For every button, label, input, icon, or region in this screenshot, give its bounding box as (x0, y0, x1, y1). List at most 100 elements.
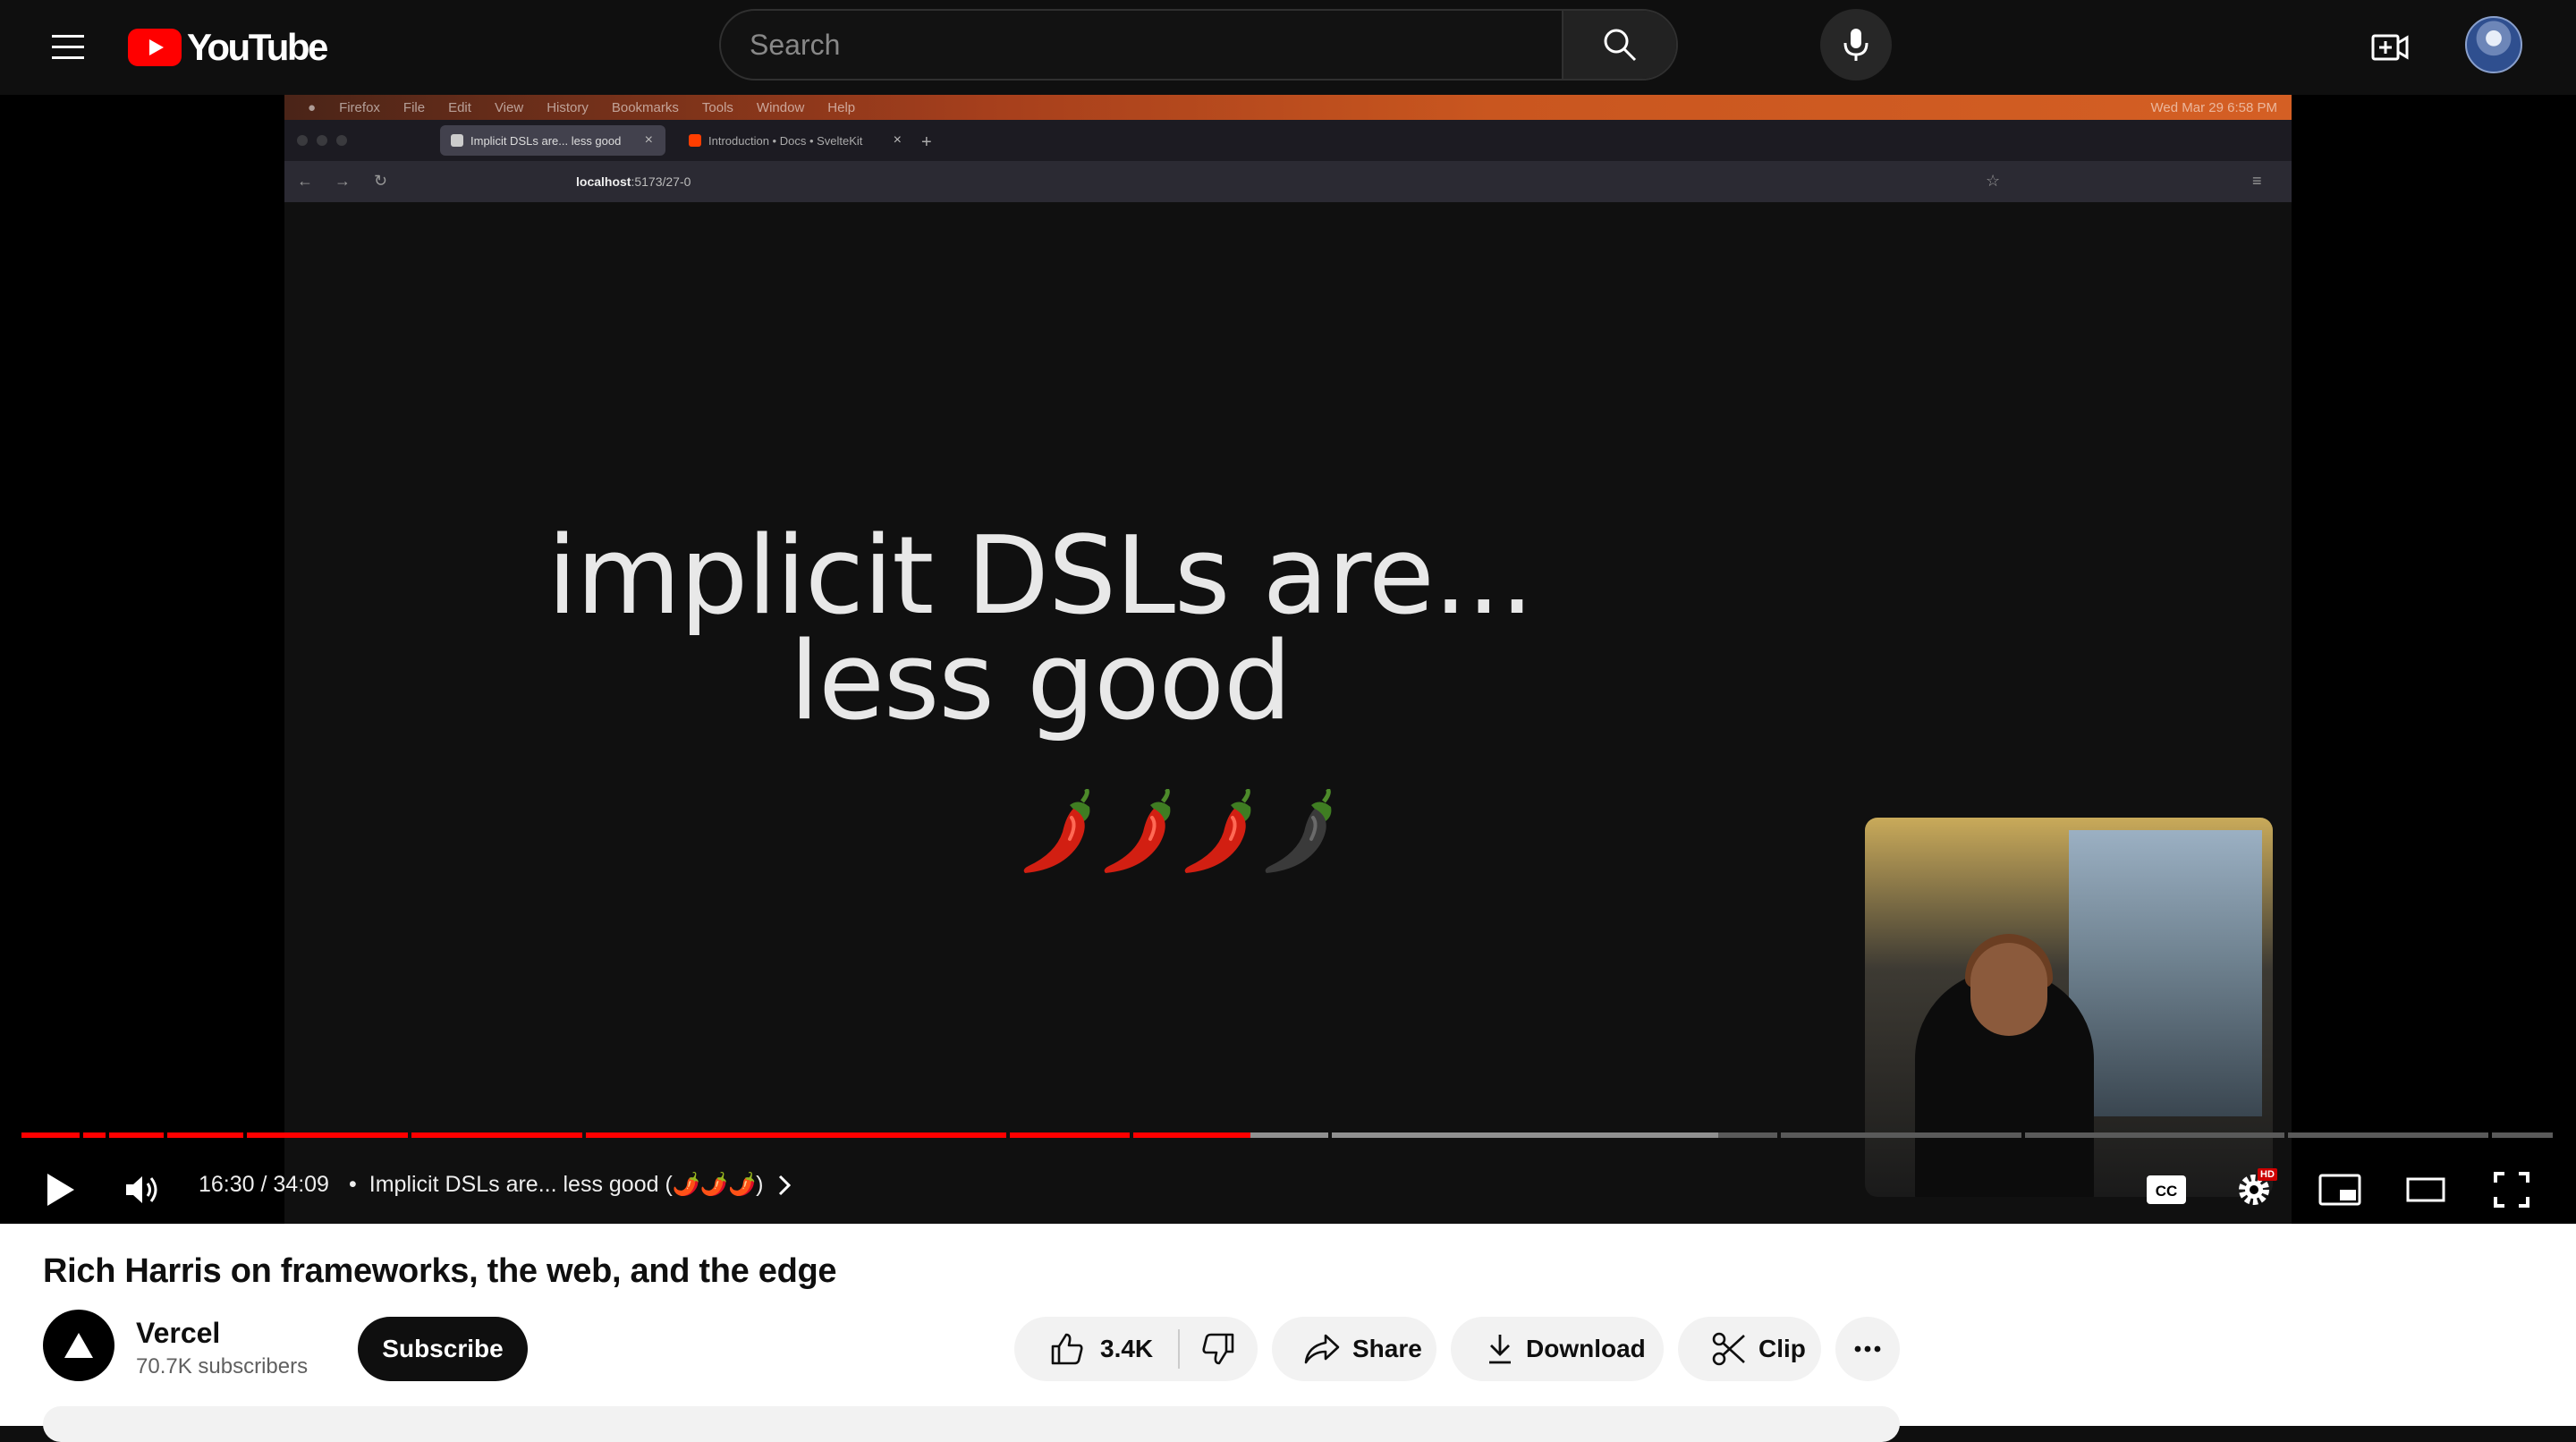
video-title: Rich Harris on frameworks, the web, and … (43, 1252, 837, 1290)
guide-menu-button[interactable] (36, 15, 100, 80)
mac-menu-item: Tools (701, 99, 733, 115)
played-fill (586, 1132, 1006, 1138)
captions-icon: CC (2146, 1175, 2187, 1205)
mac-menu-item: Bookmarks (611, 99, 679, 115)
played-fill (411, 1132, 582, 1138)
mute-button[interactable] (116, 1163, 170, 1217)
mac-menu-item: File (402, 99, 426, 115)
fullscreen-button[interactable] (2485, 1163, 2538, 1217)
share-label: Share (1352, 1335, 1422, 1362)
back-arrow-icon: ← (297, 172, 313, 190)
volume-icon (124, 1174, 162, 1206)
played-fill (109, 1132, 164, 1138)
played-fill (83, 1132, 106, 1138)
captions-button[interactable]: CC (2140, 1163, 2193, 1217)
window-traffic-lights (297, 135, 347, 146)
svelte-favicon-icon (689, 134, 701, 147)
share-button[interactable]: Share (1272, 1317, 1436, 1381)
youtube-logo[interactable]: YouTube (128, 26, 328, 68)
miniplayer-button[interactable] (2313, 1163, 2367, 1217)
played-fill (167, 1132, 243, 1138)
mac-menu-item: Window (756, 99, 805, 115)
chevron-right-icon (778, 1175, 791, 1196)
hd-badge: HD (2258, 1168, 2277, 1181)
more-horizontal-icon (1854, 1345, 1881, 1353)
mac-menu-item: View (494, 99, 524, 115)
chapter-segment (2025, 1132, 2284, 1138)
voice-search-button[interactable] (1820, 9, 1892, 81)
play-button[interactable] (34, 1163, 88, 1217)
tab-close-icon: × (893, 132, 902, 148)
played-fill (21, 1132, 80, 1138)
dislike-button[interactable] (1180, 1317, 1258, 1381)
create-button[interactable] (2358, 15, 2422, 80)
buffered-fill (1332, 1132, 1718, 1138)
bookmark-star-icon: ☆ (1986, 172, 2001, 190)
video-player[interactable]: ● Firefox File Edit View History Bookmar… (0, 95, 2576, 1224)
search-input[interactable] (721, 11, 1562, 79)
forward-arrow-icon: → (335, 172, 351, 190)
video-info: Rich Harris on frameworks, the web, and … (0, 1224, 2576, 1442)
chapter-button[interactable]: • Implicit DSLs are... less good (🌶️🌶️🌶️… (349, 1172, 791, 1198)
mac-menu-item: Help (827, 99, 856, 115)
search-icon (1602, 27, 1638, 63)
theater-mode-icon (2406, 1177, 2445, 1202)
mac-menu-item: History (547, 99, 589, 115)
theater-mode-button[interactable] (2399, 1163, 2453, 1217)
mac-menu-item: Firefox (339, 99, 380, 115)
recorded-tab-inactive: Introduction • Docs • SvelteKit × (678, 125, 914, 156)
thumbs-down-icon (1201, 1332, 1235, 1366)
progress-bar[interactable] (21, 1132, 2555, 1138)
create-video-icon (2371, 34, 2409, 61)
chapter-segment (2288, 1132, 2488, 1138)
time-display: 16:30 / 34:09 (199, 1172, 329, 1197)
chapter-segment (1781, 1132, 2021, 1138)
chapter-title: Implicit DSLs are... less good (🌶️🌶️🌶️) (369, 1172, 764, 1197)
hot-pepper-icon (1100, 787, 1177, 878)
recorded-tab-label: Implicit DSLs are... less good (470, 133, 622, 148)
tab-close-icon: × (644, 132, 653, 148)
url-path: :5173/27-0 (631, 174, 691, 189)
speaker-camera-overlay (1865, 818, 2273, 1197)
miniplayer-icon (2318, 1174, 2361, 1206)
thumbs-up-icon (1050, 1332, 1084, 1366)
played-fill (1133, 1132, 1250, 1138)
played-fill (247, 1132, 408, 1138)
slide-line-1: implicit DSLs are... (547, 514, 1534, 639)
play-icon (46, 1172, 76, 1208)
subscribe-button[interactable]: Subscribe (358, 1317, 528, 1381)
chapter-separator: • (349, 1172, 357, 1197)
channel-avatar[interactable] (43, 1310, 114, 1381)
tab-favicon-icon (451, 134, 463, 147)
apple-icon: ● (308, 99, 317, 115)
like-button[interactable]: 3.4K (1014, 1317, 1178, 1381)
mac-clock: Wed Mar 29 6:58 PM (2150, 99, 2277, 115)
clip-button[interactable]: Clip (1678, 1317, 1821, 1381)
hot-pepper-icon (1020, 787, 1097, 878)
chapter-segment (2492, 1132, 2553, 1138)
svg-text:CC: CC (2156, 1183, 2178, 1200)
search-button[interactable] (1562, 11, 1676, 79)
search-box (719, 9, 1678, 81)
microphone-icon (1843, 27, 1869, 63)
recorded-url-bar: localhost:5173/27-0 (526, 168, 2038, 195)
more-actions-button[interactable] (1835, 1317, 1900, 1381)
slide-line-2: less good (789, 620, 1292, 744)
description-box[interactable] (43, 1406, 1900, 1442)
hamburger-menu-icon (52, 35, 84, 60)
subscriber-count: 70.7K subscribers (136, 1354, 309, 1378)
recorded-tab-label: Introduction • Docs • SvelteKit (708, 133, 863, 148)
download-button[interactable]: Download (1451, 1317, 1664, 1381)
mac-menu-item: Edit (448, 99, 471, 115)
account-avatar[interactable] (2465, 16, 2522, 73)
share-arrow-icon (1304, 1334, 1340, 1364)
settings-button[interactable]: HD (2227, 1163, 2281, 1217)
played-fill (1010, 1132, 1130, 1138)
mild-pepper-icon (1261, 787, 1338, 878)
recorded-tab-active: Implicit DSLs are... less good × (440, 125, 665, 156)
clip-label: Clip (1758, 1335, 1806, 1362)
recorded-mac-menubar: ● Firefox File Edit View History Bookmar… (284, 95, 2292, 120)
masthead: YouTube (0, 0, 2576, 95)
reload-icon: ↻ (374, 172, 388, 190)
channel-name[interactable]: Vercel (136, 1317, 220, 1350)
